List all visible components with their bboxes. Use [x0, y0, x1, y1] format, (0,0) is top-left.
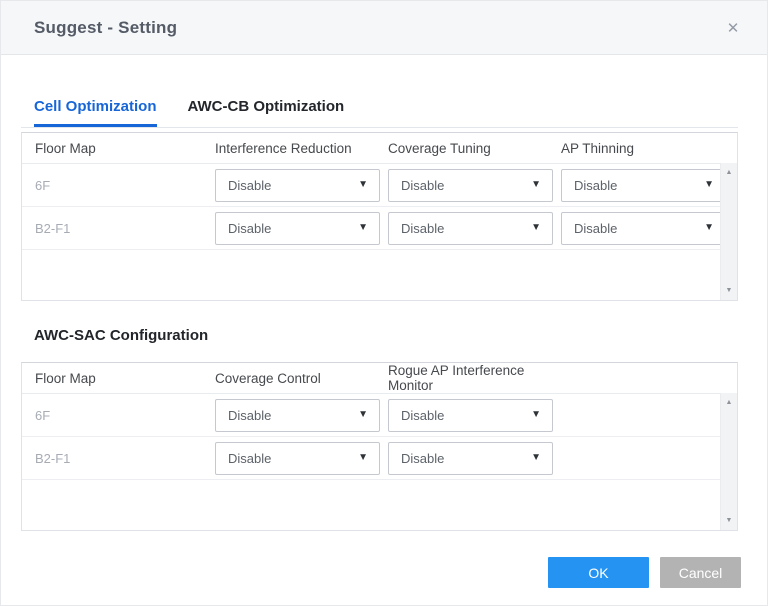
cell-optimization-table: Floor Map Interference Reduction Coverag…	[21, 132, 738, 301]
column-header-floor-map: Floor Map	[22, 141, 212, 156]
interference-reduction-dropdown[interactable]: Disable ▼	[215, 212, 380, 245]
cell-table-scrollbar[interactable]: ▲ ▼	[720, 163, 737, 300]
dropdown-value: Disable	[401, 451, 444, 466]
column-header-rogue-ap-interference-monitor: Rogue AP Interference Monitor	[385, 363, 558, 393]
cell-ap-thinning: Disable ▼	[558, 169, 731, 202]
floor-map-label: B2-F1	[22, 221, 212, 236]
sac-table-scrollbar[interactable]: ▲ ▼	[720, 393, 737, 530]
ap-thinning-dropdown[interactable]: Disable ▼	[561, 169, 726, 202]
cell-ap-thinning: Disable ▼	[558, 212, 731, 245]
rogue-ap-interference-monitor-dropdown[interactable]: Disable ▼	[388, 399, 553, 432]
scroll-down-icon[interactable]: ▼	[721, 512, 737, 529]
chevron-down-icon: ▼	[358, 180, 368, 190]
close-icon[interactable]: ✕	[721, 16, 745, 40]
floor-map-label: 6F	[22, 408, 212, 423]
ap-thinning-dropdown[interactable]: Disable ▼	[561, 212, 726, 245]
dropdown-value: Disable	[401, 221, 444, 236]
table-header-row: Floor Map Interference Reduction Coverag…	[22, 133, 737, 164]
chevron-down-icon: ▼	[531, 410, 541, 420]
dropdown-value: Disable	[228, 451, 271, 466]
chevron-down-icon: ▼	[531, 223, 541, 233]
cell-coverage-tuning: Disable ▼	[385, 169, 558, 202]
cell-coverage-tuning: Disable ▼	[385, 212, 558, 245]
tab-awc-cb-optimization[interactable]: AWC-CB Optimization	[188, 89, 345, 127]
table-row: B2-F1 Disable ▼ Disable ▼ Disable ▼	[22, 207, 737, 250]
dropdown-value: Disable	[228, 178, 271, 193]
column-header-coverage-tuning: Coverage Tuning	[385, 141, 558, 156]
dialog-title: Suggest - Setting	[34, 18, 177, 38]
chevron-down-icon: ▼	[704, 180, 714, 190]
coverage-tuning-dropdown[interactable]: Disable ▼	[388, 212, 553, 245]
cell-coverage-control: Disable ▼	[212, 399, 385, 432]
tab-bar: Cell Optimization AWC-CB Optimization	[21, 89, 738, 128]
dialog-header: Suggest - Setting ✕	[1, 1, 767, 55]
dropdown-value: Disable	[401, 178, 444, 193]
cell-rogue-ap-interference-monitor: Disable ▼	[385, 442, 558, 475]
chevron-down-icon: ▼	[531, 453, 541, 463]
scroll-up-icon[interactable]: ▲	[721, 164, 737, 181]
coverage-control-dropdown[interactable]: Disable ▼	[215, 442, 380, 475]
table-row: B2-F1 Disable ▼ Disable ▼	[22, 437, 737, 480]
column-header-interference-reduction: Interference Reduction	[212, 141, 385, 156]
scroll-down-icon[interactable]: ▼	[721, 282, 737, 299]
awc-sac-configuration-title: AWC-SAC Configuration	[34, 327, 208, 344]
column-header-coverage-control: Coverage Control	[212, 371, 385, 386]
dropdown-value: Disable	[574, 178, 617, 193]
dropdown-value: Disable	[574, 221, 617, 236]
table-header-row: Floor Map Coverage Control Rogue AP Inte…	[22, 363, 737, 394]
chevron-down-icon: ▼	[531, 180, 541, 190]
interference-reduction-dropdown[interactable]: Disable ▼	[215, 169, 380, 202]
tab-cell-optimization[interactable]: Cell Optimization	[34, 89, 157, 127]
table-row: 6F Disable ▼ Disable ▼ Disable ▼	[22, 164, 737, 207]
cell-interference-reduction: Disable ▼	[212, 169, 385, 202]
column-header-floor-map: Floor Map	[22, 371, 212, 386]
cancel-button[interactable]: Cancel	[660, 557, 741, 588]
suggest-setting-dialog: Suggest - Setting ✕ Cell Optimization AW…	[0, 0, 768, 606]
floor-map-label: 6F	[22, 178, 212, 193]
dropdown-value: Disable	[228, 221, 271, 236]
coverage-control-dropdown[interactable]: Disable ▼	[215, 399, 380, 432]
ok-button[interactable]: OK	[548, 557, 649, 588]
cell-interference-reduction: Disable ▼	[212, 212, 385, 245]
chevron-down-icon: ▼	[358, 410, 368, 420]
dropdown-value: Disable	[401, 408, 444, 423]
cell-coverage-control: Disable ▼	[212, 442, 385, 475]
coverage-tuning-dropdown[interactable]: Disable ▼	[388, 169, 553, 202]
chevron-down-icon: ▼	[358, 223, 368, 233]
table-row: 6F Disable ▼ Disable ▼	[22, 394, 737, 437]
scroll-up-icon[interactable]: ▲	[721, 394, 737, 411]
cell-rogue-ap-interference-monitor: Disable ▼	[385, 399, 558, 432]
rogue-ap-interference-monitor-dropdown[interactable]: Disable ▼	[388, 442, 553, 475]
dropdown-value: Disable	[228, 408, 271, 423]
column-header-ap-thinning: AP Thinning	[558, 141, 731, 156]
chevron-down-icon: ▼	[358, 453, 368, 463]
chevron-down-icon: ▼	[704, 223, 714, 233]
awc-sac-configuration-table: Floor Map Coverage Control Rogue AP Inte…	[21, 362, 738, 531]
floor-map-label: B2-F1	[22, 451, 212, 466]
